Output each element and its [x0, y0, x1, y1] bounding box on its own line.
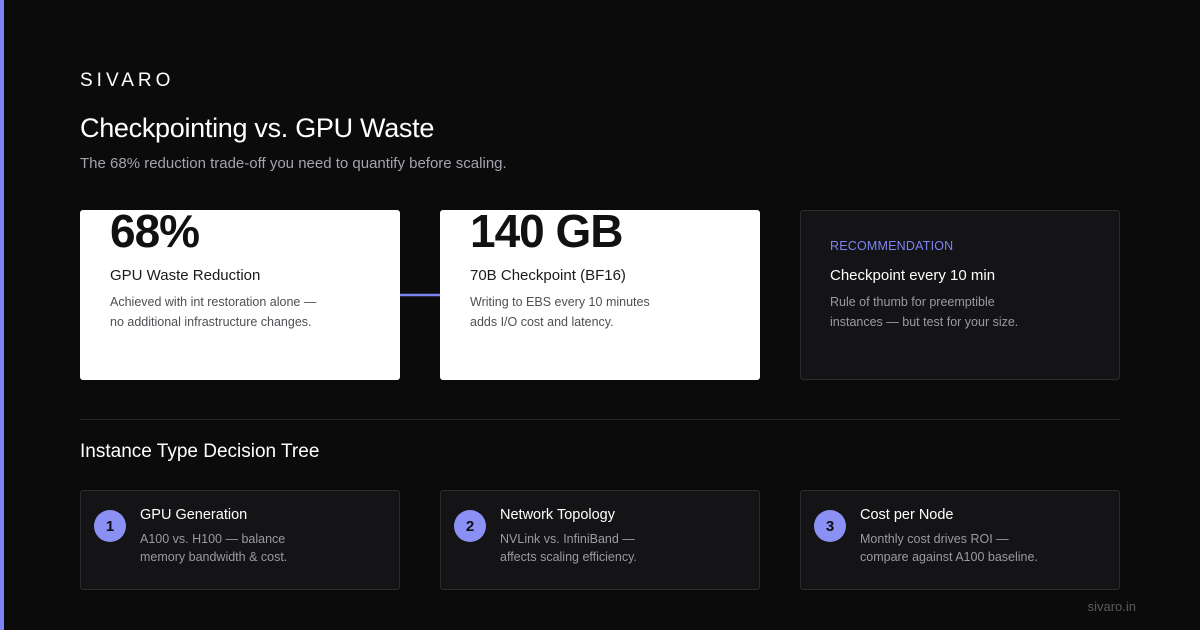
step-title: GPU Generation [140, 507, 248, 523]
recommendation-description: Rule of thumb for preemptible instances … [830, 292, 1060, 332]
step-number-badge: 1 [94, 510, 126, 542]
page-subtitle: The 68% reduction trade-off you need to … [80, 155, 507, 172]
stat-label: GPU Waste Reduction [110, 267, 261, 284]
page-title: Checkpointing vs. GPU Waste [80, 113, 435, 143]
footer-url[interactable]: sivaro.in [1088, 599, 1136, 614]
step-description: A100 vs. H100 — balance memory bandwidth… [140, 530, 360, 566]
step-title: Cost per Node [860, 507, 954, 523]
step-description: Monthly cost drives ROI — compare agains… [860, 530, 1080, 566]
stat-description-line: Writing to EBS every 10 minutes [470, 295, 650, 309]
step-number-badge: 2 [454, 510, 486, 542]
recommendation-kicker: RECOMMENDATION [830, 239, 954, 253]
step-description-line: memory bandwidth & cost. [140, 550, 288, 564]
stat-description-line: Achieved with int restoration alone — [110, 295, 317, 309]
section-divider [80, 419, 1120, 420]
step-description-line: NVLink vs. InfiniBand — [500, 532, 635, 546]
step-title: Network Topology [500, 507, 615, 523]
recommendation-card: RECOMMENDATION Checkpoint every 10 min R… [800, 210, 1120, 380]
stat-description-line: adds I/O cost and latency. [470, 315, 614, 329]
accent-bar [0, 0, 4, 630]
step-description-line: compare against A100 baseline. [860, 550, 1038, 564]
decision-step-network-topology: 2 Network Topology NVLink vs. InfiniBand… [440, 490, 760, 590]
decision-step-gpu-generation: 1 GPU Generation A100 vs. H100 — balance… [80, 490, 400, 590]
stat-value: 140 GB [470, 205, 624, 257]
stat-description-line: no additional infrastructure changes. [110, 315, 312, 329]
stat-card-gpu-waste: 68% GPU Waste Reduction Achieved with in… [80, 205, 400, 380]
recommendation-label: Checkpoint every 10 min [830, 267, 996, 284]
recommendation-description-line: instances — but test for your size. [830, 315, 1019, 329]
step-description-line: affects scaling efficiency. [500, 550, 637, 564]
stat-value: 68% [110, 205, 200, 257]
step-description: NVLink vs. InfiniBand — affects scaling … [500, 530, 720, 566]
decision-step-cost-per-node: 3 Cost per Node Monthly cost drives ROI … [800, 490, 1120, 590]
step-description-line: A100 vs. H100 — balance [140, 532, 286, 546]
recommendation-description-line: Rule of thumb for preemptible [830, 295, 995, 309]
stat-description: Achieved with int restoration alone — no… [110, 292, 350, 332]
stat-label: 70B Checkpoint (BF16) [470, 267, 626, 284]
brand-logo: SIVARO [80, 70, 175, 91]
step-number-badge: 3 [814, 510, 846, 542]
step-description-line: Monthly cost drives ROI — [860, 532, 1009, 546]
stat-description: Writing to EBS every 10 minutes adds I/O… [470, 292, 710, 332]
section-title: Instance Type Decision Tree [80, 441, 320, 462]
stat-card-checkpoint-size: 140 GB 70B Checkpoint (BF16) Writing to … [440, 205, 760, 380]
